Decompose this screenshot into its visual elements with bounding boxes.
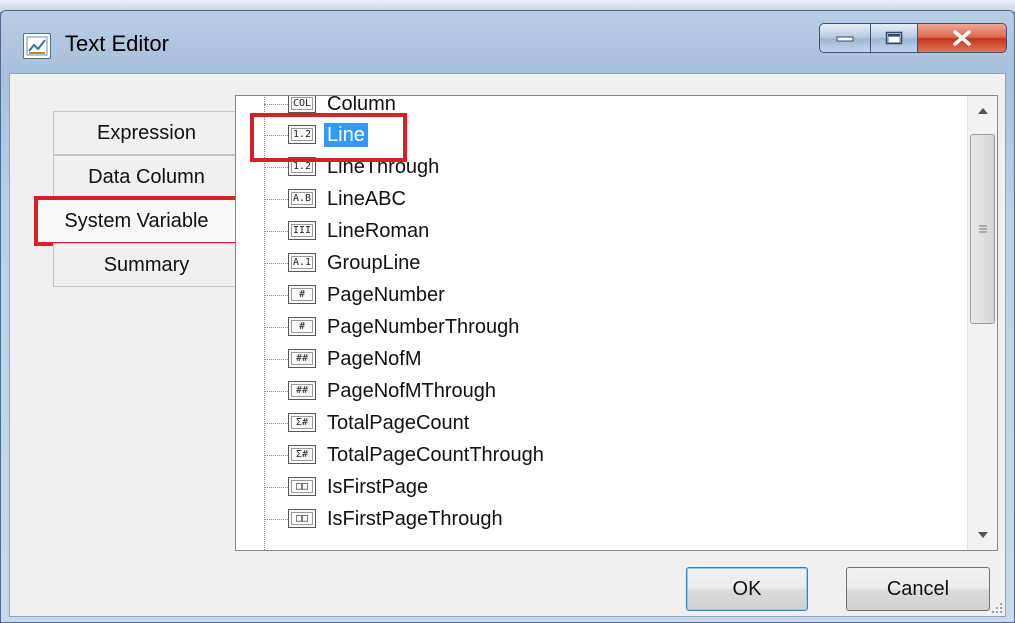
tree-item-label: Column [327, 95, 396, 115]
total-page-count-icon: Σ# [288, 413, 316, 432]
tree-item-pagenofm[interactable]: ## PageNofM [236, 343, 936, 375]
system-variable-tree[interactable]: COL Column 1.2 Line 1.2 LineThrough A.B … [235, 95, 998, 551]
tree-item-label: PageNofM [327, 348, 422, 370]
tree-item-totalpagecount[interactable]: Σ# TotalPageCount [236, 407, 936, 439]
tree-item-label: IsFirstPage [327, 476, 429, 498]
page-n-of-m-icon: ## [288, 349, 316, 368]
total-page-count-icon: Σ# [288, 445, 316, 464]
window-title: Text Editor [65, 31, 169, 56]
tree-item-isfirstpage[interactable]: □□ IsFirstPage [236, 471, 936, 503]
tree-item-label: Line [324, 123, 368, 147]
cancel-button[interactable]: Cancel [846, 567, 990, 611]
vertical-scrollbar[interactable] [967, 96, 997, 550]
tree-item-label: PageNofMThrough [327, 380, 496, 402]
column-icon: COL [288, 96, 316, 113]
tab-summary[interactable]: Summary [53, 243, 240, 287]
group-line-icon: A.1 [288, 253, 316, 272]
close-icon [953, 30, 971, 46]
arrow-down-icon [977, 532, 988, 538]
tree-item-lineroman[interactable]: III LineRoman [236, 215, 936, 247]
tab-data-column[interactable]: Data Column [53, 155, 240, 199]
tree-item-label: LineThrough [327, 156, 440, 178]
tree-item-lineabc[interactable]: A.B LineABC [236, 183, 936, 215]
tree-item-pagenofmthrough[interactable]: ## PageNofMThrough [236, 375, 936, 407]
text-editor-window: Text Editor Expression Data Column Syste… [0, 10, 1015, 623]
tree-item-label: GroupLine [327, 252, 421, 274]
tree-item-linethrough[interactable]: 1.2 LineThrough [236, 151, 936, 183]
page-number-icon: # [288, 317, 316, 336]
text-editor-icon [23, 33, 51, 59]
minimize-icon [836, 36, 854, 42]
tree-item-pagenumber[interactable]: # PageNumber [236, 279, 936, 311]
tree-item-pagenumberthrough[interactable]: # PageNumberThrough [236, 311, 936, 343]
boolean-icon: □□ [288, 477, 316, 496]
tree-item-label: PageNumber [327, 284, 445, 306]
tree-item-label: LineRoman [327, 220, 430, 242]
maximize-button[interactable] [870, 23, 918, 53]
tree-item-isfirstpagethrough[interactable]: □□ IsFirstPageThrough [236, 503, 936, 535]
line-number-icon: 1.2 [288, 157, 316, 176]
scroll-thumb[interactable] [970, 134, 995, 324]
boolean-icon: □□ [288, 509, 316, 528]
close-button[interactable] [917, 23, 1007, 53]
minimize-button[interactable] [819, 23, 871, 53]
tree-item-label: IsFirstPageThrough [327, 508, 503, 530]
tree-item-label: LineABC [327, 188, 406, 210]
arrow-up-icon [977, 108, 988, 114]
tree-item-label: PageNumberThrough [327, 316, 520, 338]
resize-grip-icon[interactable] [989, 600, 1003, 614]
letter-line-icon: A.B [288, 189, 316, 208]
roman-line-icon: III [288, 221, 316, 240]
page-number-icon: # [288, 285, 316, 304]
ok-button[interactable]: OK [686, 567, 808, 611]
title-bar[interactable]: Text Editor [1, 11, 1014, 75]
tree-item-totalpagecountthrough[interactable]: Σ# TotalPageCountThrough [236, 439, 936, 471]
scroll-up-button[interactable] [968, 96, 997, 126]
tab-system-variable[interactable]: System Variable [34, 196, 239, 246]
maximize-icon [885, 31, 903, 45]
scroll-down-button[interactable] [968, 520, 997, 550]
dialog-body: Expression Data Column System Variable S… [9, 73, 1006, 617]
page-n-of-m-icon: ## [288, 381, 316, 400]
tree-item-column[interactable]: COL Column [236, 95, 936, 120]
tree-item-label: TotalPageCountThrough [327, 444, 544, 466]
line-number-icon: 1.2 [288, 125, 316, 144]
tab-expression[interactable]: Expression [53, 111, 240, 155]
grip-lines-icon [978, 225, 987, 233]
tree-item-groupline[interactable]: A.1 GroupLine [236, 247, 936, 279]
tree-item-label: TotalPageCount [327, 412, 470, 434]
tree-item-line[interactable]: 1.2 Line [236, 119, 936, 151]
